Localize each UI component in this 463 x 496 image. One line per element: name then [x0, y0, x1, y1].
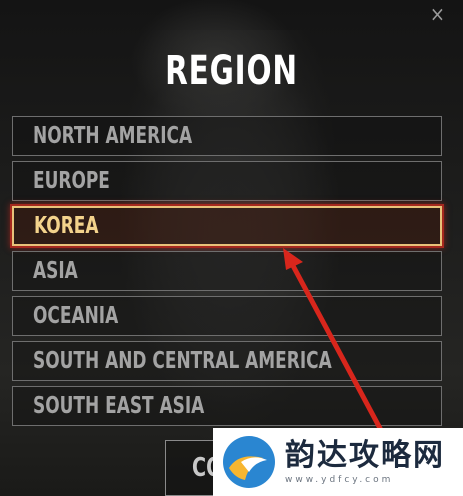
region-option-europe[interactable]: EUROPE: [12, 161, 442, 201]
watermark-title: 韵达攻略网: [285, 438, 445, 473]
region-option-south-and-central-america[interactable]: SOUTH AND CENTRAL AMERICA: [12, 341, 442, 381]
region-option-south-east-asia[interactable]: SOUTH EAST ASIA: [12, 386, 442, 426]
region-option-north-america[interactable]: NORTH AMERICA: [12, 116, 442, 156]
watermark-logo-icon: [223, 436, 275, 488]
region-option-label: EUROPE: [33, 168, 110, 194]
watermark-url: www.ydfcy.com: [285, 475, 394, 485]
region-option-label: KOREA: [34, 213, 99, 239]
region-option-oceania[interactable]: OCEANIA: [12, 296, 442, 336]
region-list: NORTH AMERICA EUROPE KOREA ASIA OCEANIA …: [12, 116, 442, 431]
dialog-title: REGION: [165, 48, 298, 94]
close-icon[interactable]: ×: [430, 4, 445, 24]
region-option-asia[interactable]: ASIA: [12, 251, 442, 291]
region-option-label: ASIA: [33, 258, 78, 284]
region-option-label: NORTH AMERICA: [33, 123, 193, 149]
region-option-label: SOUTH EAST ASIA: [33, 393, 205, 419]
region-option-korea[interactable]: KOREA: [12, 206, 442, 246]
region-option-label: OCEANIA: [33, 303, 119, 329]
region-option-label: SOUTH AND CENTRAL AMERICA: [33, 348, 332, 374]
watermark-banner: 韵达攻略网 www.ydfcy.com: [213, 428, 463, 496]
